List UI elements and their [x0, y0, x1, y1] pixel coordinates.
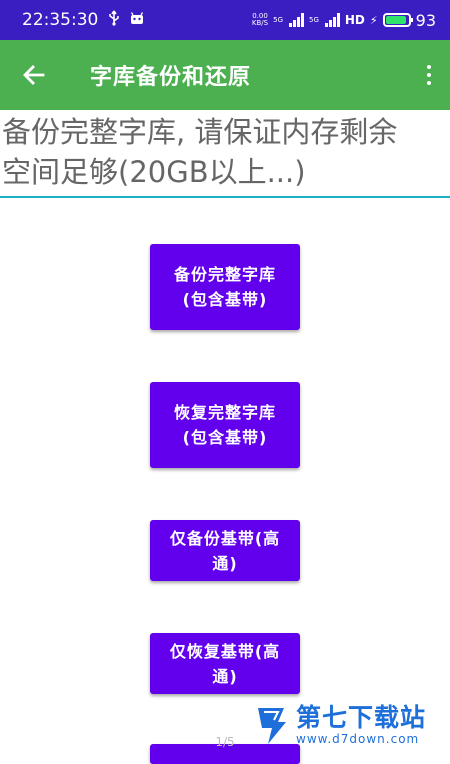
battery-fill: [385, 16, 407, 24]
battery-icon: [382, 13, 413, 27]
watermark-name: 第七下载站: [296, 703, 427, 732]
status-bar: 22:35:30 0.00 KB/S 5G 5G HD ⚡ 93: [0, 0, 450, 40]
battery-level: 93: [415, 10, 436, 30]
storage-notice: 备份完整字库, 请保证内存剩余 空间足够(20GB以上...): [0, 112, 450, 192]
sim2-label: 5G: [309, 15, 319, 24]
clock: 22:35:30: [22, 10, 99, 30]
watermark: 第七下载站 www.d7down.com: [254, 700, 450, 750]
watermark-logo-icon: [254, 704, 290, 746]
notice-line-2: 空间足够(20GB以上...): [2, 155, 306, 189]
charging-icon: ⚡: [369, 13, 378, 27]
backup-baseband-button[interactable]: 仅备份基带(高通): [150, 520, 300, 581]
app-bar: 字库备份和还原: [0, 40, 450, 110]
page-title: 字库备份和还原: [90, 65, 252, 90]
back-arrow-icon[interactable]: [16, 57, 52, 93]
notice-divider: [0, 196, 450, 198]
sim1-label: 5G: [273, 15, 283, 24]
watermark-url: www.d7down.com: [296, 732, 420, 746]
signal-icon: [289, 13, 304, 27]
restore-baseband-button[interactable]: 仅恢复基带(高通): [150, 633, 300, 694]
hd-label: HD: [344, 13, 365, 27]
more-options-icon[interactable]: [424, 65, 434, 85]
usb-icon: [108, 10, 120, 31]
signal-icon-2: [324, 13, 340, 27]
backup-full-button[interactable]: 备份完整字库(包含基带): [150, 244, 300, 330]
network-speed: 0.00 KB/S: [251, 12, 269, 27]
notice-line-1: 备份完整字库, 请保证内存剩余: [2, 115, 398, 149]
android-icon: [130, 10, 144, 30]
restore-full-button[interactable]: 恢复完整字库(包含基带): [150, 382, 300, 468]
page-indicator: 1/5: [215, 735, 235, 749]
